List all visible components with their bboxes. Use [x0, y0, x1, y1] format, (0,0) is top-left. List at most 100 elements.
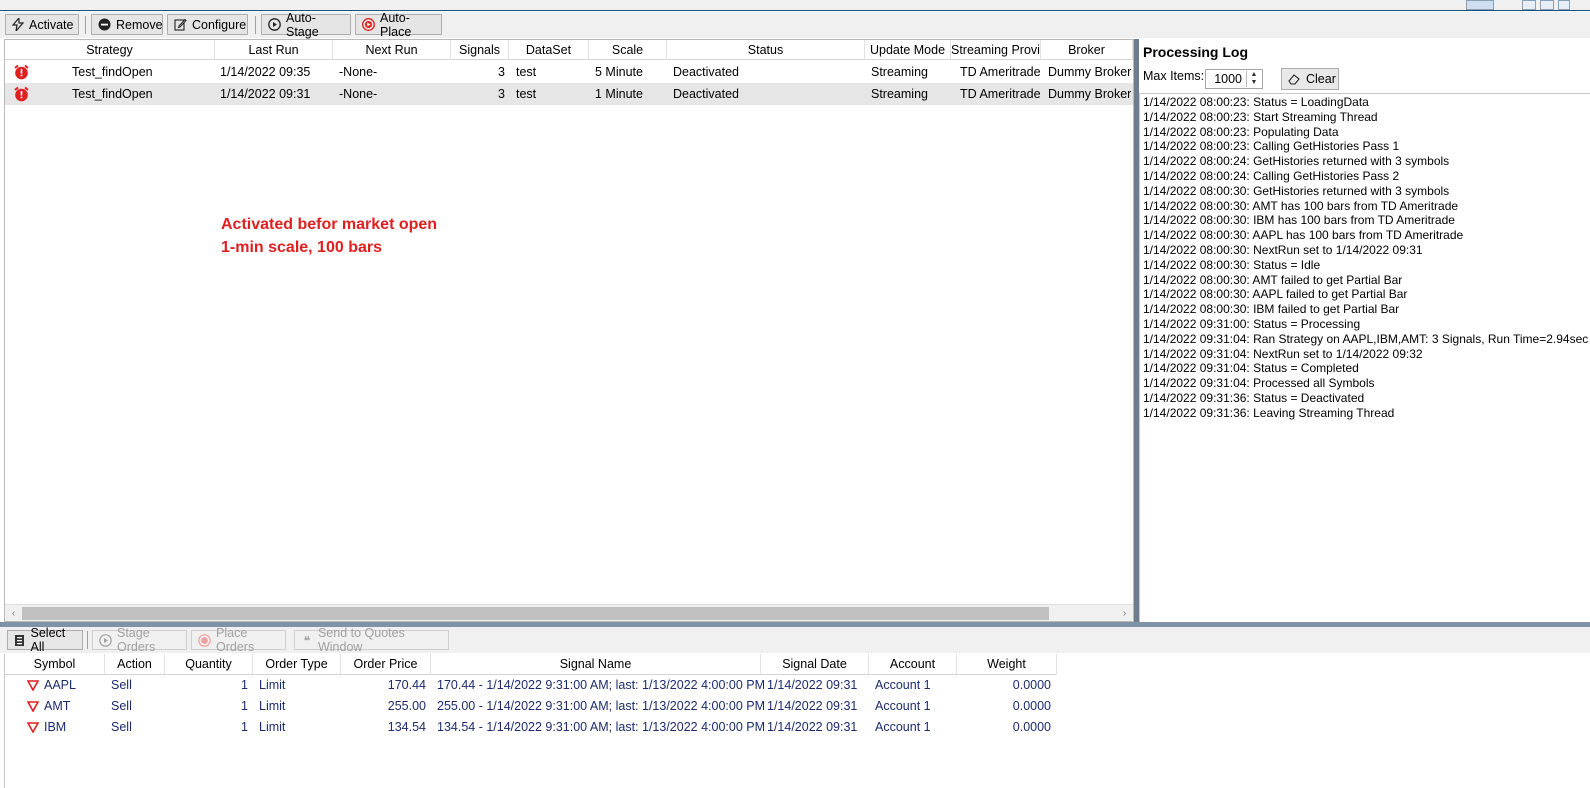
broker: Dummy Broker [1048, 65, 1132, 79]
strategy-row[interactable]: Test_findOpen 1/14/2022 09:35 -None- 3 t… [5, 61, 1133, 83]
column-header-last-run[interactable]: Last Run [215, 40, 333, 60]
column-header-signal-name[interactable]: Signal Name [431, 654, 761, 675]
stage-orders-label: Stage Orders [117, 626, 156, 654]
order-row[interactable]: AMT Sell 1 Limit 255.00 255.00 - 1/14/20… [5, 696, 1065, 717]
status: Deactivated [673, 65, 740, 79]
log-line: 1/14/2022 08:00:24: Calling GetHistories… [1143, 168, 1400, 183]
strategy-row[interactable]: Test_findOpen 1/14/2022 09:31 -None- 3 t… [5, 83, 1133, 105]
remove-button[interactable]: Remove [91, 14, 163, 35]
horizontal-scrollbar[interactable]: ‹ › [5, 604, 1133, 621]
order-symbol: IBM [44, 720, 67, 734]
clear-button[interactable]: Clear [1281, 68, 1339, 90]
column-header-update-mode[interactable]: Update Mode [865, 40, 951, 60]
log-line: 1/14/2022 08:00:24: GetHistories returne… [1143, 154, 1450, 169]
configure-button[interactable]: Configure [167, 14, 248, 35]
column-header-signal-date[interactable]: Signal Date [761, 654, 869, 675]
minimize-button[interactable] [1522, 0, 1536, 10]
signal-name: 255.00 - 1/14/2022 9:31:00 AM; last: 1/1… [437, 699, 766, 713]
play-circle-icon [268, 18, 281, 31]
status: Deactivated [673, 87, 740, 101]
select-all-button[interactable]: Select All [7, 626, 83, 654]
log-line: 1/14/2022 09:31:04: Status = Completed [1143, 361, 1359, 376]
scrollbar-thumb[interactable] [22, 607, 1049, 620]
signal-name: 134.54 - 1/14/2022 9:31:00 AM; last: 1/1… [437, 720, 766, 734]
send-to-quotes-button[interactable]: ❝ Send to Quotes Window [294, 626, 449, 654]
processing-log-title: Processing Log [1143, 44, 1249, 60]
column-header-order-price[interactable]: Order Price [341, 654, 431, 675]
column-header-broker[interactable]: Broker [1041, 40, 1133, 60]
order-quantity: 1 [241, 720, 248, 734]
dataset: test [516, 65, 537, 79]
log-line: 1/14/2022 08:00:30: AAPL failed to get P… [1143, 287, 1408, 302]
record-circle-icon [198, 633, 211, 647]
activate-label: Activate [29, 17, 74, 32]
stepper-arrows-icon[interactable]: ▲ ▼ [1246, 71, 1261, 87]
log-line: 1/14/2022 09:31:00: Status = Processing [1143, 316, 1361, 331]
eraser-icon [1288, 73, 1300, 86]
close-button[interactable] [1558, 0, 1570, 10]
last-run: 1/14/2022 09:31 [220, 87, 311, 101]
sell-triangle-icon [27, 722, 39, 733]
strategy-grid: Strategy Last Run Next Run Signals DataS… [4, 39, 1134, 622]
max-items-value: 1000 [1214, 72, 1242, 86]
streaming-provider: TD Ameritrade [960, 65, 1041, 79]
configure-label: Configure [192, 17, 247, 32]
auto-place-label: Auto-Place [380, 10, 412, 39]
log-line: 1/14/2022 09:31:36: Leaving Streaming Th… [1143, 405, 1395, 420]
place-orders-button[interactable]: Place Orders [191, 626, 286, 654]
column-header-symbol[interactable]: Symbol [5, 654, 105, 675]
column-header-account[interactable]: Account [869, 654, 957, 675]
alarm-clock-icon [14, 64, 29, 80]
orders-grid-header: Symbol Action Quantity Order Type Order … [5, 654, 1057, 675]
stage-orders-button[interactable]: Stage Orders [92, 626, 187, 654]
column-header-weight[interactable]: Weight [957, 654, 1057, 675]
signal-name: 170.44 - 1/14/2022 9:31:00 AM; last: 1/1… [437, 678, 766, 692]
column-header-strategy[interactable]: Strategy [5, 40, 215, 60]
play-circle-icon [99, 633, 112, 647]
scale: 5 Minute [595, 65, 643, 79]
order-row[interactable]: AAPL Sell 1 Limit 170.44 170.44 - 1/14/2… [5, 675, 1065, 696]
auto-place-button[interactable]: Auto-Place [355, 11, 442, 39]
column-header-action[interactable]: Action [105, 654, 165, 675]
update-mode: Streaming [871, 87, 928, 101]
order-row[interactable]: IBM Sell 1 Limit 134.54 134.54 - 1/14/20… [5, 717, 1065, 738]
column-header-dataset[interactable]: DataSet [509, 40, 589, 60]
scroll-left-arrow[interactable]: ‹ [5, 605, 22, 621]
column-header-order-type[interactable]: Order Type [253, 654, 341, 675]
select-all-icon [14, 634, 26, 647]
log-line: 1/14/2022 08:00:23: Status = LoadingData [1143, 95, 1369, 109]
streaming-provider: TD Ameritrade [960, 87, 1041, 101]
annotation-line-1: Activated befor market open [221, 216, 438, 233]
order-weight: 0.0000 [1012, 699, 1051, 713]
signal-date: 1/14/2022 09:31 [767, 699, 858, 713]
column-header-next-run[interactable]: Next Run [333, 40, 451, 60]
log-line: 1/14/2022 08:00:30: IBM failed to get Pa… [1143, 302, 1400, 317]
order-weight: 0.0000 [1012, 720, 1051, 734]
order-action: Sell [111, 678, 132, 692]
order-account: Account 1 [875, 678, 931, 692]
max-items-stepper[interactable]: 1000 ▲ ▼ [1205, 69, 1263, 89]
log-line: 1/14/2022 08:00:23: Start Streaming Thre… [1143, 109, 1378, 124]
order-type: Limit [259, 678, 286, 692]
minus-circle-icon [98, 18, 111, 31]
auto-stage-button[interactable]: Auto-Stage [261, 11, 351, 39]
column-header-quantity[interactable]: Quantity [165, 654, 253, 675]
column-header-scale[interactable]: Scale [589, 40, 667, 60]
strategy-name: Test_findOpen [72, 87, 153, 101]
toolbar-separator [255, 16, 256, 34]
title-strip [0, 0, 1590, 11]
red-annotation: Activated befor market open 1-min scale,… [221, 213, 437, 259]
remove-label: Remove [116, 17, 163, 32]
signals-count: 3 [498, 65, 505, 79]
help-button[interactable] [1466, 0, 1494, 10]
column-header-status[interactable]: Status [667, 40, 865, 60]
log-list[interactable]: 1/14/2022 08:00:23: Status = LoadingData… [1139, 93, 1590, 622]
last-run: 1/14/2022 09:35 [220, 65, 311, 79]
activate-button[interactable]: Activate [5, 14, 79, 35]
restore-button[interactable] [1540, 0, 1554, 10]
quote-icon: ❝ [303, 633, 311, 648]
toolbar-separator [87, 631, 88, 649]
column-header-streaming-provider[interactable]: Streaming Provic [951, 40, 1041, 60]
column-header-signals[interactable]: Signals [451, 40, 509, 60]
scroll-right-arrow[interactable]: › [1116, 605, 1133, 621]
